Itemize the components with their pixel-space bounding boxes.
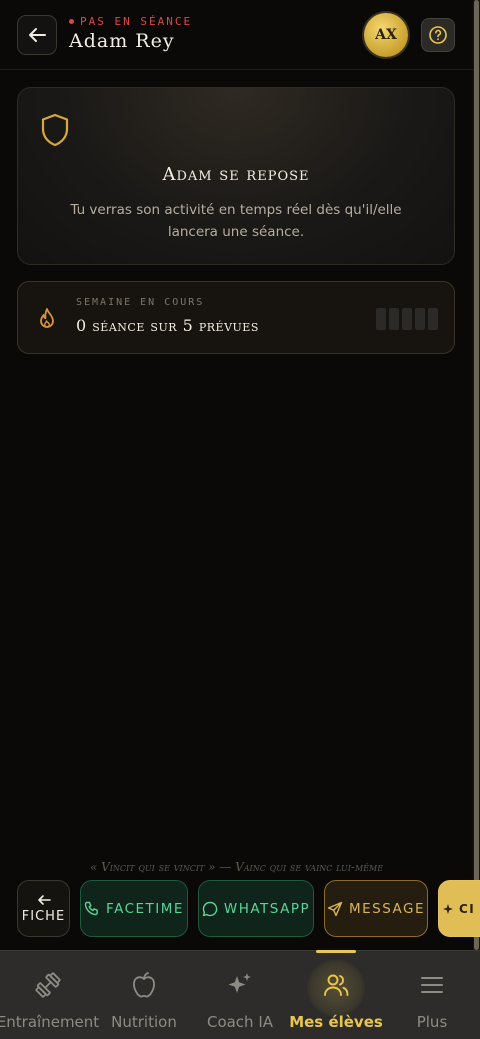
facetime-label: FACETIME	[106, 900, 184, 917]
whatsapp-button[interactable]: WHATSAPP	[198, 880, 314, 937]
session-bar	[376, 308, 386, 330]
action-row: FICHE FACETIME WHATSAPP MESSAGE CI	[17, 880, 480, 937]
dumbbell-icon	[35, 972, 61, 998]
session-bar	[389, 308, 399, 330]
status-text: PAS EN SÉANCE	[80, 15, 193, 28]
sparkle-icon	[443, 903, 453, 914]
rest-title: Adam se repose	[162, 164, 310, 185]
bottom-nav: Entraînement Nutrition Coach IA Mes élèv…	[0, 950, 480, 1039]
arrow-left-icon	[29, 28, 46, 42]
gold-action-label: CI	[459, 901, 476, 916]
nav-item-entrainement[interactable]: Entraînement	[0, 951, 100, 1039]
nav-item-coach-ia[interactable]: Coach IA	[198, 951, 282, 1039]
motto-quote: « Vincit qui se vincit » — Vainc qui se …	[89, 860, 384, 874]
scrollbar-thumb[interactable]	[474, 0, 479, 950]
shield-icon	[41, 113, 69, 147]
page-title: Adam Rey	[69, 30, 175, 52]
session-bar	[428, 308, 438, 330]
nav-item-plus[interactable]: Plus	[392, 951, 472, 1039]
rest-description: Tu verras son activité en temps réel dès…	[70, 202, 402, 240]
week-value: 0 séance sur 5 prévues	[76, 316, 259, 335]
session-bar	[415, 308, 425, 330]
active-tab-indicator	[316, 950, 356, 953]
facetime-button[interactable]: FACETIME	[80, 880, 188, 937]
week-progress-card[interactable]: SEMAINE EN COURS 0 séance sur 5 prévues	[17, 281, 455, 354]
flame-icon	[40, 308, 54, 328]
sparkles-icon	[228, 973, 251, 993]
send-icon	[327, 901, 343, 916]
users-icon	[324, 974, 349, 996]
nav-label: Entraînement	[0, 1013, 100, 1031]
fiche-label: FICHE	[21, 908, 66, 924]
nav-label: Plus	[416, 1013, 448, 1031]
header: PAS EN SÉANCE Adam Rey AX	[0, 0, 473, 70]
nav-item-mes-eleves[interactable]: Mes élèves	[288, 950, 384, 1039]
fiche-button[interactable]: FICHE	[17, 880, 70, 937]
avatar[interactable]: AX	[364, 13, 408, 57]
whatsapp-label: WHATSAPP	[223, 900, 311, 917]
rest-card: Adam se repose Tu verras son activité en…	[17, 87, 455, 265]
week-label: SEMAINE EN COURS	[76, 297, 205, 308]
status-dot-icon	[69, 19, 74, 24]
back-button[interactable]	[17, 15, 57, 55]
nav-label: Coach IA	[206, 1013, 274, 1031]
session-bar	[402, 308, 412, 330]
apple-icon	[132, 972, 156, 998]
gold-action-button[interactable]: CI	[438, 880, 480, 937]
phone-icon	[84, 901, 98, 915]
nav-item-nutrition[interactable]: Nutrition	[103, 951, 185, 1039]
nav-label: Nutrition	[111, 1013, 177, 1031]
week-progress-bars	[376, 308, 438, 330]
message-label: MESSAGE	[348, 900, 426, 917]
chat-bubble-icon	[202, 901, 218, 916]
session-status: PAS EN SÉANCE	[69, 15, 192, 28]
message-button[interactable]: MESSAGE	[324, 880, 428, 937]
help-button[interactable]	[421, 18, 455, 52]
menu-icon	[421, 977, 443, 993]
arrow-left-icon	[37, 894, 51, 905]
question-circle-icon	[429, 26, 447, 44]
nav-label: Mes élèves	[289, 1013, 383, 1031]
